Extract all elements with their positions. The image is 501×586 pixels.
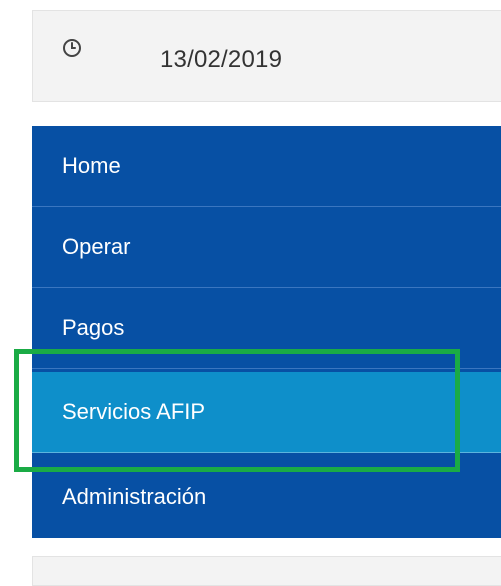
menu-item-home[interactable]: Home [32,126,501,207]
menu-item-servicios-afip[interactable]: Servicios AFIP [32,372,501,453]
menu-item-label: Servicios AFIP [62,399,206,424]
menu-item-label: Home [62,153,121,178]
menu-item-operar[interactable]: Operar [32,207,501,288]
bottom-bar [32,556,501,586]
current-date: 13/02/2019 [160,46,283,73]
menu-item-label: Operar [62,234,131,259]
main-menu: Home Operar Pagos Servicios AFIP Adminis… [32,126,501,538]
menu-item-label: Administración [62,483,207,509]
menu-item-pagos[interactable]: Pagos [32,288,501,369]
menu-item-administracion[interactable]: Administración [32,456,501,537]
menu-item-label: Pagos [62,315,125,340]
clock-icon [63,39,81,57]
